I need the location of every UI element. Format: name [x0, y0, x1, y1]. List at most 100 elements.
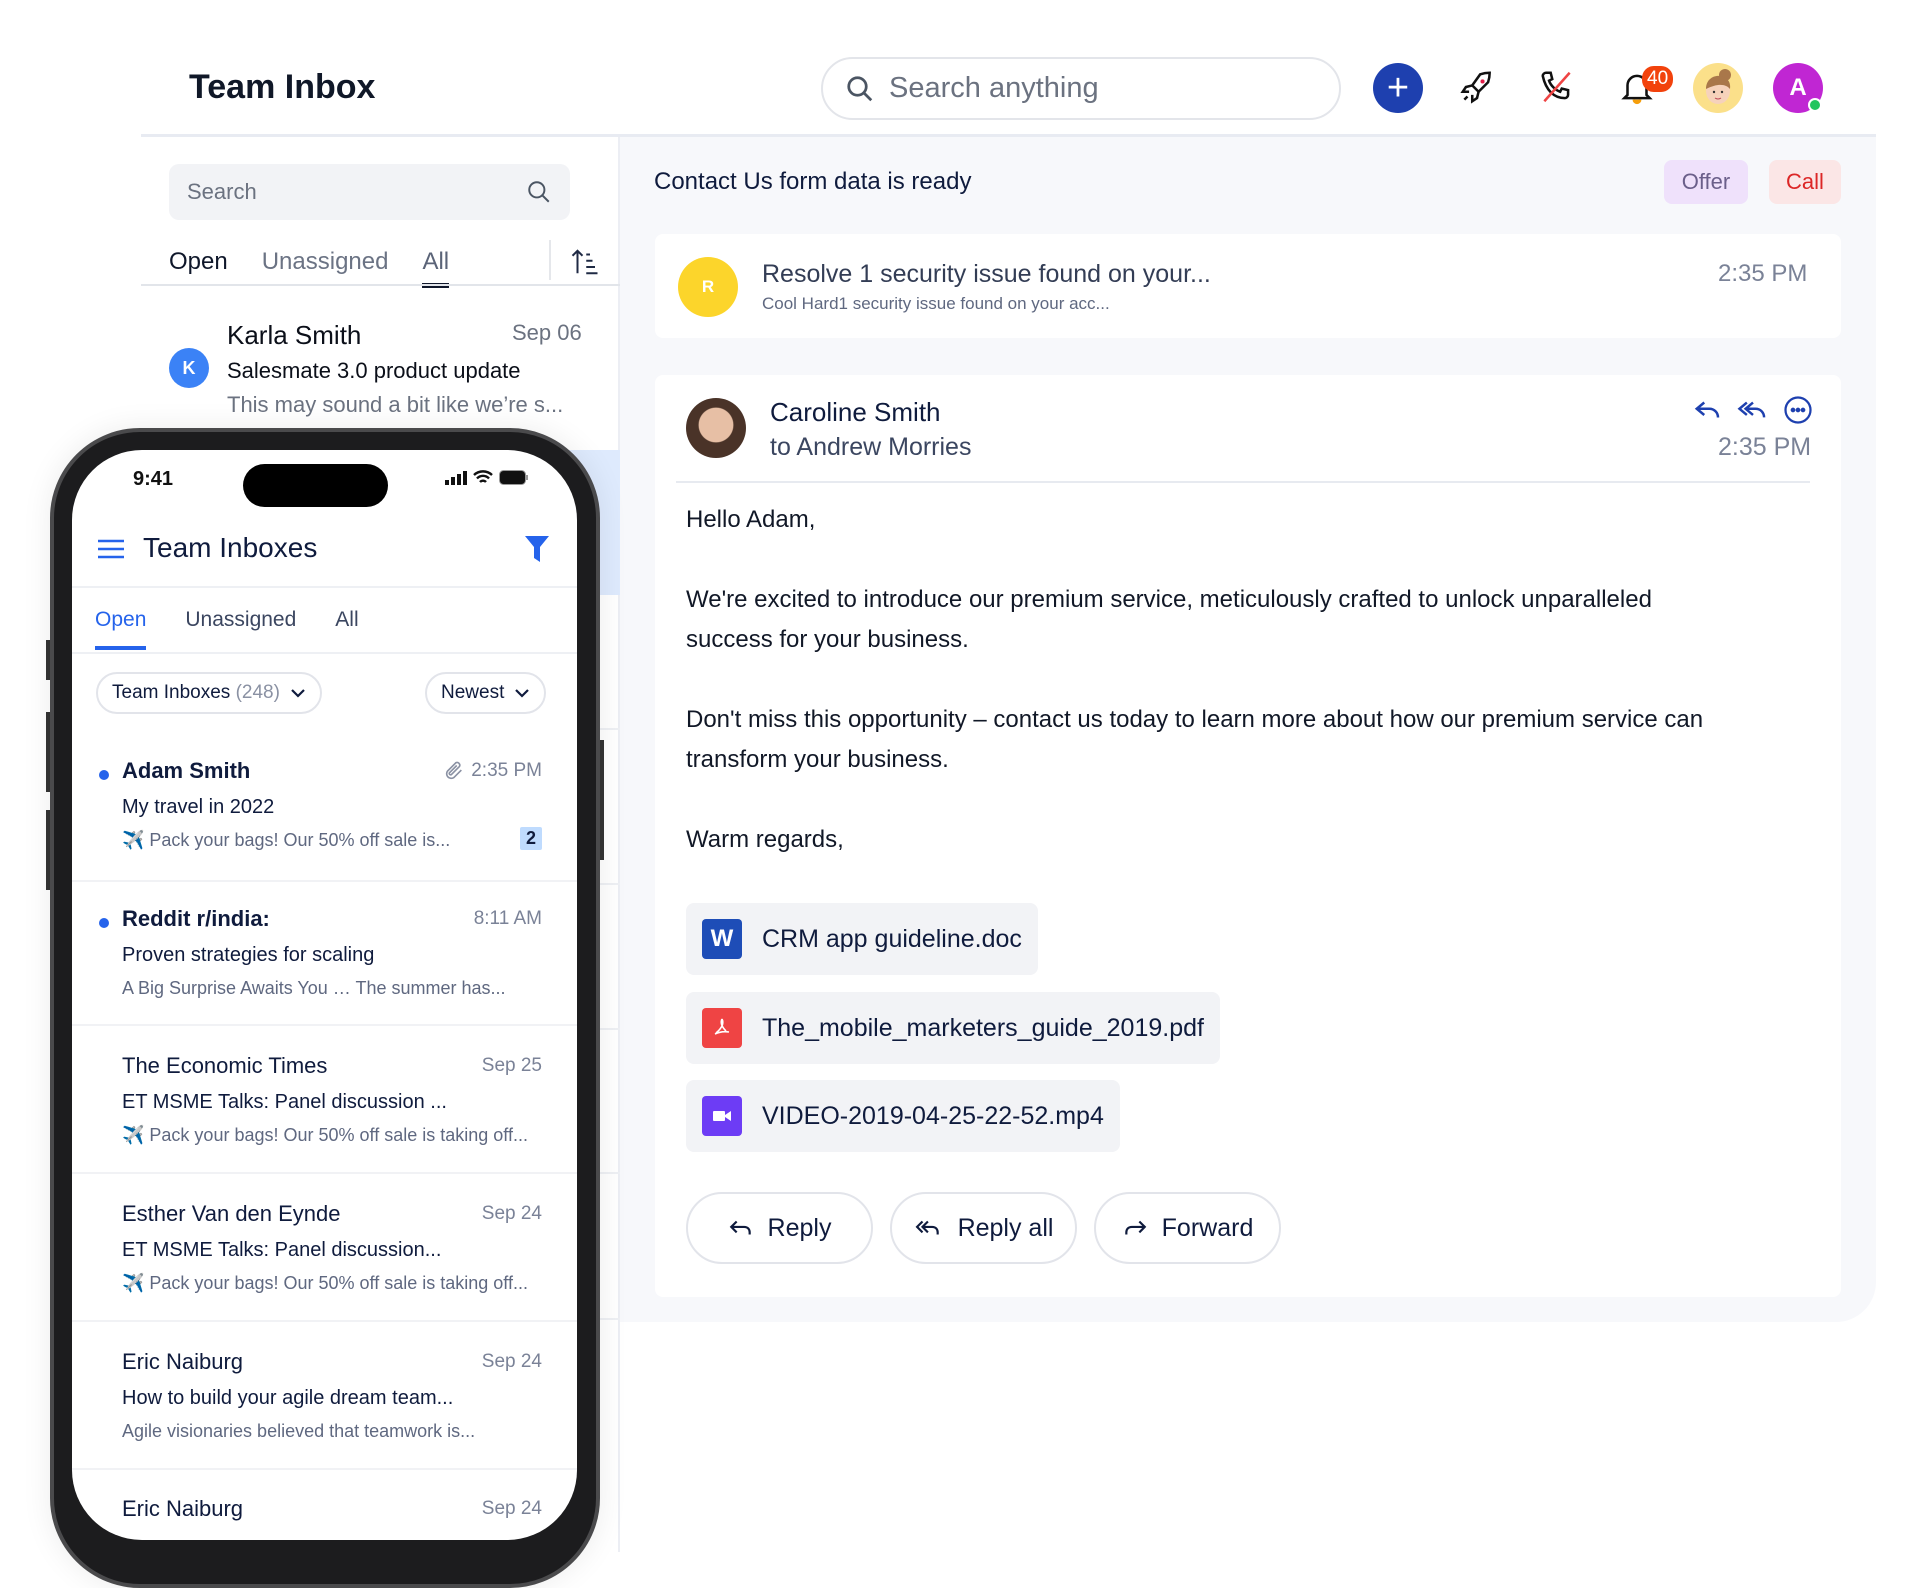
page-title: Team Inbox [189, 68, 376, 106]
email-header-divider [676, 481, 1810, 483]
inbox-filter-label: Team Inboxes [112, 682, 231, 703]
notice-avatar: R [678, 257, 738, 317]
attachment-name: The_mobile_marketers_guide_2019.pdf [762, 1013, 1204, 1042]
message-item[interactable]: Esther Van den Eynde Sep 24 ET MSME Talk… [72, 1189, 577, 1322]
sort-button[interactable] [570, 246, 600, 283]
call-off-button[interactable] [1538, 68, 1576, 106]
rocket-icon [1460, 71, 1491, 104]
attachment-doc[interactable]: W CRM app guideline.doc [686, 903, 1038, 975]
paperclip-icon [445, 761, 462, 780]
message-item[interactable]: Eric Naiburg Sep 24 [72, 1484, 577, 1540]
add-button[interactable]: + [1373, 63, 1423, 113]
forward-button[interactable]: Forward [1094, 1192, 1281, 1264]
email-body: Hello Adam, We're excited to introduce o… [686, 500, 1786, 900]
reply-button[interactable]: Reply [686, 1192, 873, 1264]
filter-icon [525, 536, 549, 562]
conversation-search-input[interactable]: Search [169, 164, 570, 220]
message-sender: Eric Naiburg [122, 1496, 244, 1521]
rocket-button[interactable] [1458, 68, 1496, 106]
conversation-name[interactable]: Karla Smith [227, 320, 361, 351]
message-preview: A Big Surprise Awaits You … The summer h… [122, 978, 506, 998]
phone-off-icon [1541, 71, 1571, 103]
phone-tab-unassigned[interactable]: Unassigned [185, 608, 296, 632]
message-item[interactable]: Reddit r/india: 8:11 AM Proven strategie… [72, 894, 577, 1026]
wifi-icon [473, 470, 493, 483]
forward-label: Forward [1161, 1213, 1254, 1242]
thread-count-badge: 2 [519, 827, 542, 850]
video-file-icon [702, 1096, 742, 1136]
battery-icon [499, 470, 528, 485]
conversation-subject: Salesmate 3.0 product update [227, 358, 521, 383]
reply-all-icon [915, 1220, 939, 1235]
reply-icon [729, 1220, 751, 1235]
attachment-name: CRM app guideline.doc [762, 924, 1022, 953]
tag-offer[interactable]: Offer [1664, 160, 1748, 204]
phone-tab-all[interactable]: All [335, 608, 358, 632]
message-time: Sep 25 [481, 1055, 542, 1076]
message-sender: The Economic Times [122, 1053, 328, 1078]
email-signoff: Warm regards, [686, 826, 844, 853]
more-options-icon[interactable] [1783, 395, 1813, 425]
reply-all-label: Reply all [957, 1213, 1054, 1242]
attachment-video[interactable]: VIDEO-2019-04-25-22-52.mp4 [686, 1080, 1120, 1152]
phone-tab-open[interactable]: Open [95, 608, 147, 650]
contact-avatar: K [169, 348, 209, 388]
tabs-underline [141, 284, 620, 286]
message-sender: Reddit r/india: [122, 906, 270, 931]
message-item[interactable]: Adam Smith 2:35 PM My travel in 2022 ✈️ … [72, 746, 577, 882]
sender-name: Caroline Smith [770, 397, 941, 427]
reply-all-icon[interactable] [1737, 395, 1769, 425]
reply-all-button[interactable]: Reply all [890, 1192, 1077, 1264]
message-preview: ✈️ Pack your bags! Our 50% off sale is t… [122, 1125, 528, 1145]
tab-open[interactable]: Open [169, 248, 228, 276]
global-search-input[interactable]: Search anything [821, 57, 1341, 120]
avatar-illustration-icon [1706, 69, 1731, 104]
notice-subtitle: Cool Hard1 security issue found on your … [762, 294, 1110, 313]
message-time: 8:11 AM [473, 908, 542, 929]
message-item[interactable]: Eric Naiburg Sep 24 How to build your ag… [72, 1337, 577, 1470]
sort-ascending-icon [571, 249, 598, 275]
email-time: 2:35 PM [1718, 433, 1812, 461]
email-action-buttons: Reply Reply all Forward [686, 1192, 1281, 1264]
conversation-title: Contact Us form data is ready [654, 168, 972, 195]
menu-button[interactable] [98, 538, 124, 565]
phone-page-title: Team Inboxes [143, 532, 318, 563]
message-sender: Adam Smith [122, 758, 251, 783]
message-time: Sep 24 [481, 1498, 542, 1519]
phone-tabs: Open Unassigned All [95, 608, 398, 650]
search-icon [528, 181, 550, 203]
message-time: 2:35 PM [471, 760, 542, 781]
filter-button[interactable] [525, 536, 549, 567]
tab-all[interactable]: All [422, 248, 449, 288]
unread-dot [99, 918, 109, 928]
team-avatar[interactable] [1693, 63, 1743, 113]
plus-icon: + [1386, 67, 1410, 109]
pdf-file-icon [702, 1008, 742, 1048]
conversation-tabs: Open Unassigned All [169, 248, 483, 288]
forward-icon [1124, 1220, 1146, 1235]
inbox-filter-dropdown[interactable]: Team Inboxes (248) [96, 672, 322, 714]
message-preview: ✈️ Pack your bags! Our 50% off sale is..… [122, 830, 451, 850]
email-paragraph: We're excited to introduce our premium s… [686, 586, 1652, 653]
sender-avatar [686, 398, 746, 458]
conversation-date: Sep 06 [512, 320, 582, 345]
tag-call[interactable]: Call [1769, 160, 1841, 204]
attachment-pdf[interactable]: The_mobile_marketers_guide_2019.pdf [686, 992, 1220, 1064]
chevron-down-icon [515, 689, 530, 698]
message-time: Sep 24 [481, 1203, 542, 1224]
tabs-divider [549, 240, 551, 280]
recipient: to Andrew Morries [770, 433, 972, 461]
sort-dropdown[interactable]: Newest [425, 672, 547, 714]
tab-unassigned[interactable]: Unassigned [262, 248, 389, 276]
conversation-preview: This may sound a bit like we’re s... [227, 392, 564, 417]
message-time: Sep 24 [481, 1351, 542, 1372]
message-subject: How to build your agile dream team... [122, 1387, 454, 1409]
message-subject: ET MSME Talks: Panel discussion... [122, 1239, 442, 1261]
message-item[interactable]: The Economic Times Sep 25 ET MSME Talks:… [72, 1041, 577, 1174]
message-sender: Esther Van den Eynde [122, 1201, 341, 1226]
notice-title: Resolve 1 security issue found on your..… [762, 260, 1211, 288]
signal-icon [445, 470, 467, 485]
reply-icon[interactable] [1693, 395, 1723, 425]
unread-dot [99, 770, 109, 780]
status-icons [445, 470, 529, 485]
